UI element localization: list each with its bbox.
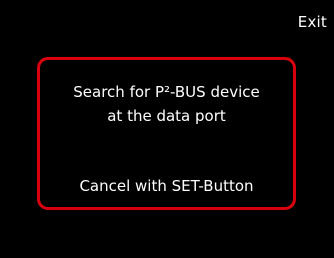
search-message: Search for P²-BUS device at the data por… [40, 80, 293, 128]
search-dialog: Search for P²-BUS device at the data por… [37, 57, 296, 210]
search-message-line-2: at the data port [107, 107, 226, 125]
exit-button[interactable]: Exit [298, 14, 327, 31]
search-message-line-1: Search for P²-BUS device [73, 83, 260, 101]
device-screen: Exit Search for P²-BUS device at the dat… [0, 0, 334, 258]
cancel-hint: Cancel with SET-Button [79, 177, 254, 195]
